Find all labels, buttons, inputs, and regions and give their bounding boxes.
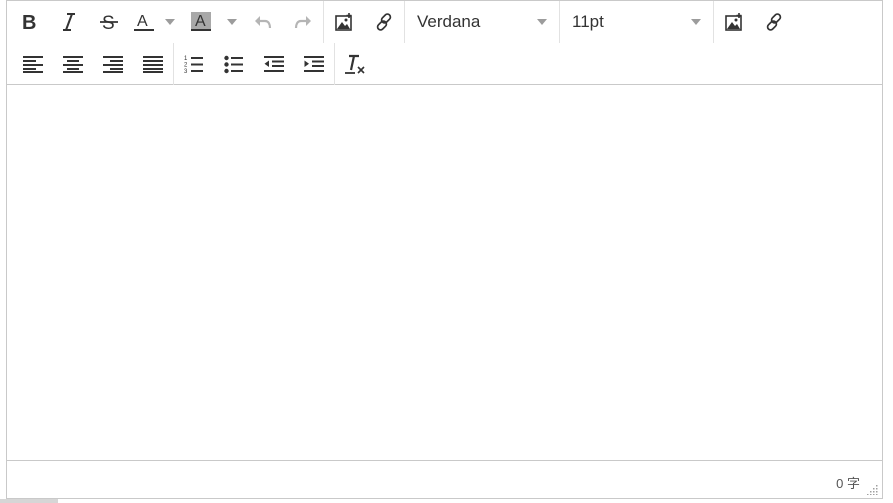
link-icon <box>376 13 392 31</box>
image-icon <box>725 13 742 31</box>
align-justify-icon <box>143 56 163 73</box>
italic-button[interactable] <box>49 4 89 40</box>
chevron-down-icon <box>165 19 175 25</box>
editor-toolbar: B S A A Verdana 11pt 1 2 3 <box>7 1 882 85</box>
font-size-select[interactable]: 11pt <box>560 1 713 43</box>
chevron-down-icon <box>227 19 237 25</box>
numbered-list-button[interactable]: 1 2 3 <box>174 46 214 82</box>
insert-link-button[interactable] <box>364 4 404 40</box>
background-color-dropdown-button[interactable] <box>221 4 243 40</box>
italic-icon <box>63 13 75 31</box>
strikethrough-button[interactable]: S <box>89 4 129 40</box>
align-left-button[interactable] <box>13 46 53 82</box>
svg-text:1: 1 <box>184 56 188 62</box>
bullet-list-icon <box>224 55 243 74</box>
indent-button[interactable] <box>294 46 334 82</box>
word-count: 0 字 <box>836 476 860 491</box>
editor-statusbar: 0 字 <box>7 460 882 498</box>
insert-image-button[interactable] <box>324 4 364 40</box>
toolbar-row-2: 1 2 3 <box>7 43 375 85</box>
redo-icon <box>294 16 311 29</box>
link-icon <box>766 13 782 31</box>
undo-icon <box>255 16 272 29</box>
chevron-down-icon <box>691 19 701 25</box>
clear-formatting-button[interactable] <box>335 46 375 82</box>
redo-button[interactable] <box>283 4 323 40</box>
strikethrough-icon: S <box>100 13 118 32</box>
svg-text:A: A <box>195 13 206 30</box>
insert-link-button-2[interactable] <box>754 4 794 40</box>
toolbar-row-1: B S A A Verdana 11pt <box>7 1 794 43</box>
align-right-icon <box>103 56 123 73</box>
align-justify-button[interactable] <box>133 46 173 82</box>
image-icon <box>335 13 352 31</box>
rich-text-editor: B S A A Verdana 11pt 1 2 3 0 字 <box>6 0 883 499</box>
clear-formatting-icon <box>345 54 365 74</box>
font-size-value: 11pt <box>572 12 604 31</box>
svg-text:B: B <box>22 12 36 32</box>
align-left-icon <box>23 56 43 73</box>
chevron-down-icon <box>537 19 547 25</box>
bottom-edge-tab <box>0 499 58 503</box>
background-color-icon: A <box>191 12 211 31</box>
outdent-icon <box>264 56 284 72</box>
bullet-list-button[interactable] <box>214 46 254 82</box>
text-color-icon: A <box>134 13 154 31</box>
svg-text:3: 3 <box>184 69 188 74</box>
editor-content-area[interactable] <box>7 85 882 460</box>
font-family-select[interactable]: Verdana <box>405 1 559 43</box>
align-center-button[interactable] <box>53 46 93 82</box>
svg-text:A: A <box>137 13 148 30</box>
resize-handle-icon[interactable] <box>866 483 878 495</box>
bold-button[interactable]: B <box>9 4 49 40</box>
background-color-button[interactable]: A <box>181 4 221 40</box>
indent-icon <box>304 56 324 72</box>
align-center-icon <box>63 56 83 73</box>
undo-button[interactable] <box>243 4 283 40</box>
text-color-split-button: A <box>129 4 181 40</box>
svg-text:2: 2 <box>184 63 188 69</box>
align-right-button[interactable] <box>93 46 133 82</box>
text-color-button[interactable]: A <box>129 4 159 40</box>
text-color-dropdown-button[interactable] <box>159 4 181 40</box>
font-family-value: Verdana <box>417 12 481 31</box>
bold-icon: B <box>22 12 36 32</box>
insert-image-button-2[interactable] <box>714 4 754 40</box>
numbered-list-icon: 1 2 3 <box>184 56 203 74</box>
outdent-button[interactable] <box>254 46 294 82</box>
background-color-split-button: A <box>181 4 243 40</box>
